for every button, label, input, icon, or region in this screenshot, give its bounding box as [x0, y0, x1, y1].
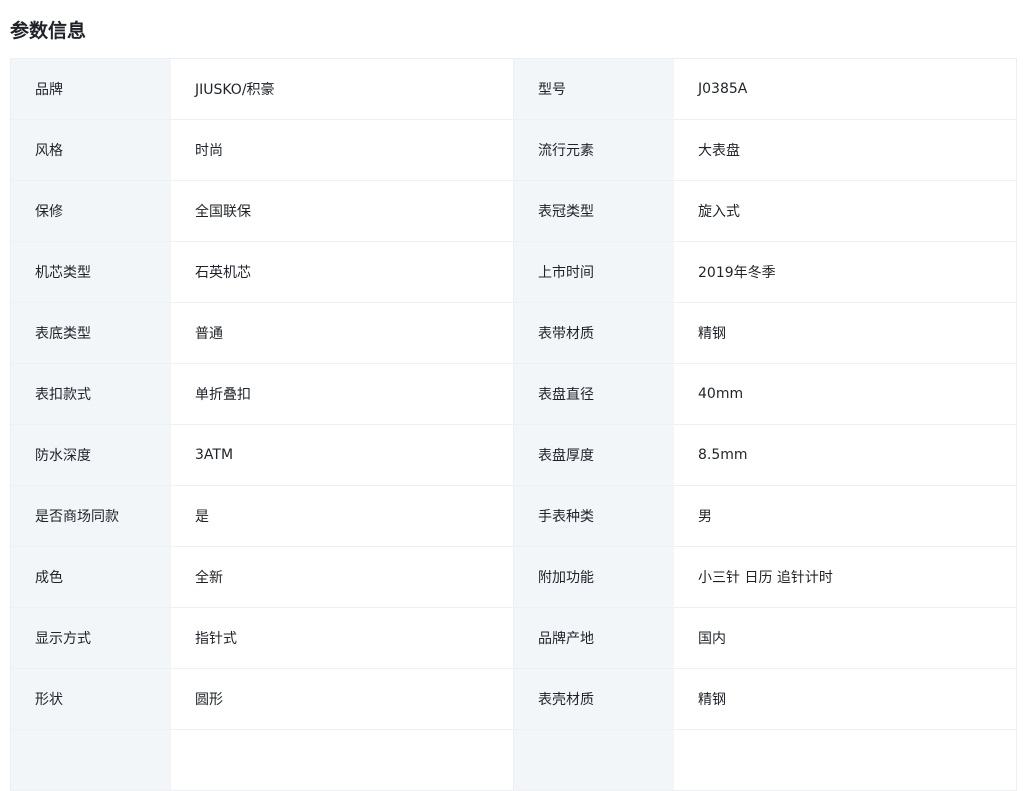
param-value: 时尚	[171, 120, 514, 180]
param-value: 指针式	[171, 608, 514, 668]
table-row: 保修 全国联保 表冠类型 旋入式	[11, 181, 1016, 242]
param-label: 流行元素	[514, 120, 674, 180]
param-label: 品牌	[11, 59, 171, 119]
param-value: 圆形	[171, 669, 514, 729]
param-value: 普通	[171, 303, 514, 363]
param-value: 全新	[171, 547, 514, 607]
table-row: 风格 时尚 流行元素 大表盘	[11, 120, 1016, 181]
param-label: 附加功能	[514, 547, 674, 607]
param-label: 表底类型	[11, 303, 171, 363]
param-label: 防水深度	[11, 425, 171, 485]
param-value: J0385A	[674, 59, 1016, 119]
param-label: 品牌产地	[514, 608, 674, 668]
param-value: 40mm	[674, 364, 1016, 424]
param-label: 表盘直径	[514, 364, 674, 424]
param-value: 小三针 日历 追针计时	[674, 547, 1016, 607]
param-label: 型号	[514, 59, 674, 119]
params-table: 品牌 JIUSKO/积豪 型号 J0385A 风格 时尚 流行元素 大表盘 保修…	[10, 58, 1017, 791]
param-value: 石英机芯	[171, 242, 514, 302]
param-label-empty	[514, 730, 674, 790]
param-value: 3ATM	[171, 425, 514, 485]
param-label: 保修	[11, 181, 171, 241]
table-row: 显示方式 指针式 品牌产地 国内	[11, 608, 1016, 669]
section-title: 参数信息	[10, 20, 87, 42]
param-label: 成色	[11, 547, 171, 607]
param-value: 8.5mm	[674, 425, 1016, 485]
param-value: 大表盘	[674, 120, 1016, 180]
param-label: 上市时间	[514, 242, 674, 302]
param-label: 表盘厚度	[514, 425, 674, 485]
param-value: 国内	[674, 608, 1016, 668]
param-value: 男	[674, 486, 1016, 546]
table-row: 表底类型 普通 表带材质 精钢	[11, 303, 1016, 364]
param-label: 表壳材质	[514, 669, 674, 729]
param-value: 全国联保	[171, 181, 514, 241]
param-label: 表带材质	[514, 303, 674, 363]
param-label: 是否商场同款	[11, 486, 171, 546]
table-row: 形状 圆形 表壳材质 精钢	[11, 669, 1016, 730]
table-row: 机芯类型 石英机芯 上市时间 2019年冬季	[11, 242, 1016, 303]
param-label: 表冠类型	[514, 181, 674, 241]
param-value-empty	[674, 730, 1016, 790]
param-value-empty	[171, 730, 514, 790]
param-value: 是	[171, 486, 514, 546]
param-label: 表扣款式	[11, 364, 171, 424]
param-label: 机芯类型	[11, 242, 171, 302]
param-value: 精钢	[674, 669, 1016, 729]
table-row: 防水深度 3ATM 表盘厚度 8.5mm	[11, 425, 1016, 486]
param-value: JIUSKO/积豪	[171, 59, 514, 119]
param-value: 精钢	[674, 303, 1016, 363]
param-label: 风格	[11, 120, 171, 180]
param-label: 形状	[11, 669, 171, 729]
table-row	[11, 730, 1016, 791]
table-row: 成色 全新 附加功能 小三针 日历 追针计时	[11, 547, 1016, 608]
param-value: 单折叠扣	[171, 364, 514, 424]
param-value: 2019年冬季	[674, 242, 1016, 302]
table-row: 是否商场同款 是 手表种类 男	[11, 486, 1016, 547]
param-value: 旋入式	[674, 181, 1016, 241]
param-label: 显示方式	[11, 608, 171, 668]
param-label-empty	[11, 730, 171, 790]
table-row: 表扣款式 单折叠扣 表盘直径 40mm	[11, 364, 1016, 425]
param-label: 手表种类	[514, 486, 674, 546]
table-row: 品牌 JIUSKO/积豪 型号 J0385A	[11, 59, 1016, 120]
